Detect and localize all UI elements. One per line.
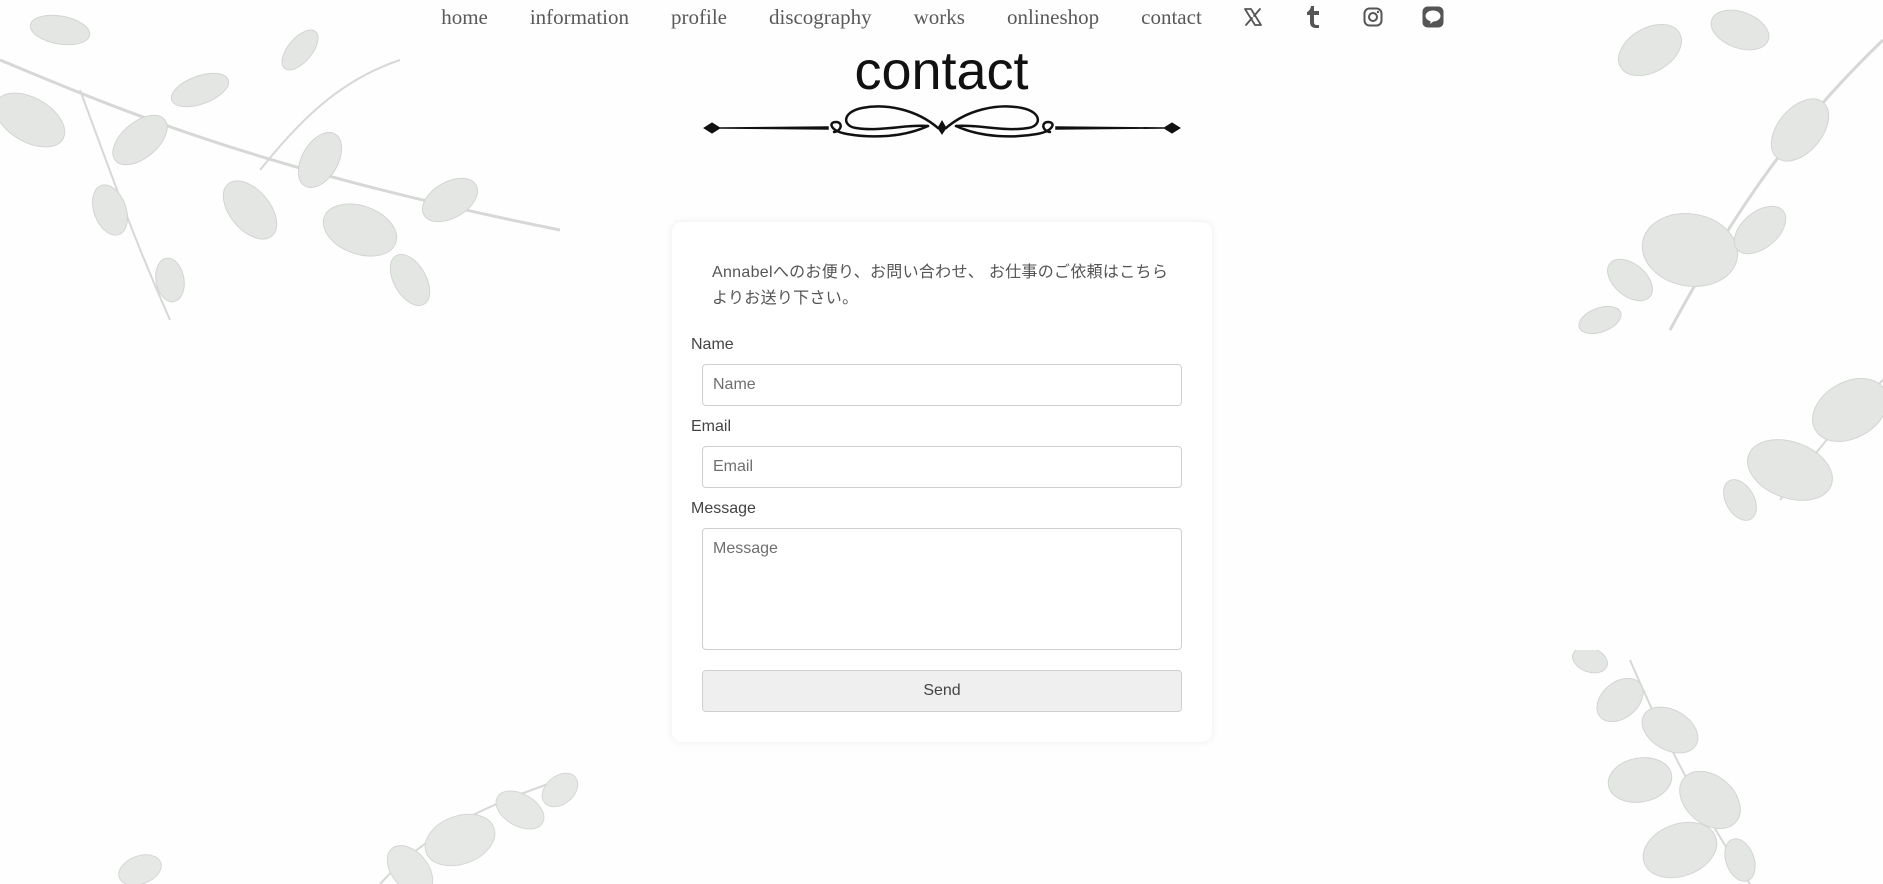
contact-form-card: Annabelへのお便り、お問い合わせ、 お仕事のご依頼はこちらよりお送り下さい… [672,222,1212,742]
nav-link-information[interactable]: information [530,1,629,33]
nav-link-profile[interactable]: profile [671,1,727,33]
line-icon[interactable] [1420,4,1446,30]
tumblr-icon[interactable] [1300,4,1326,30]
contact-intro-text: Annabelへのお便り、お問い合わせ、 お仕事のご依頼はこちらよりお送り下さい… [712,264,1169,307]
leaves-bottom-left-decoration [118,772,579,884]
nav-link-works[interactable]: works [914,1,965,33]
instagram-icon[interactable] [1360,4,1386,30]
nav-link-onlineshop[interactable]: onlineshop [1007,1,1099,33]
send-button[interactable]: Send [702,670,1182,712]
nav-link-contact[interactable]: contact [1141,1,1202,33]
page: home information profile discography wor… [0,0,1883,884]
nav-link-discography[interactable]: discography [769,1,872,33]
email-input[interactable] [702,446,1182,488]
message-textarea[interactable] [702,528,1182,650]
flourish-divider [703,105,1181,138]
message-label: Message [691,500,756,517]
top-nav: home information profile discography wor… [0,0,1883,34]
leaves-bottom-right-decoration [1572,650,1756,884]
name-label: Name [691,336,734,353]
nav-link-home[interactable]: home [441,1,488,33]
page-title: contact [854,41,1029,101]
email-label: Email [691,418,732,435]
x-icon[interactable] [1240,4,1266,30]
name-input[interactable] [702,364,1182,406]
